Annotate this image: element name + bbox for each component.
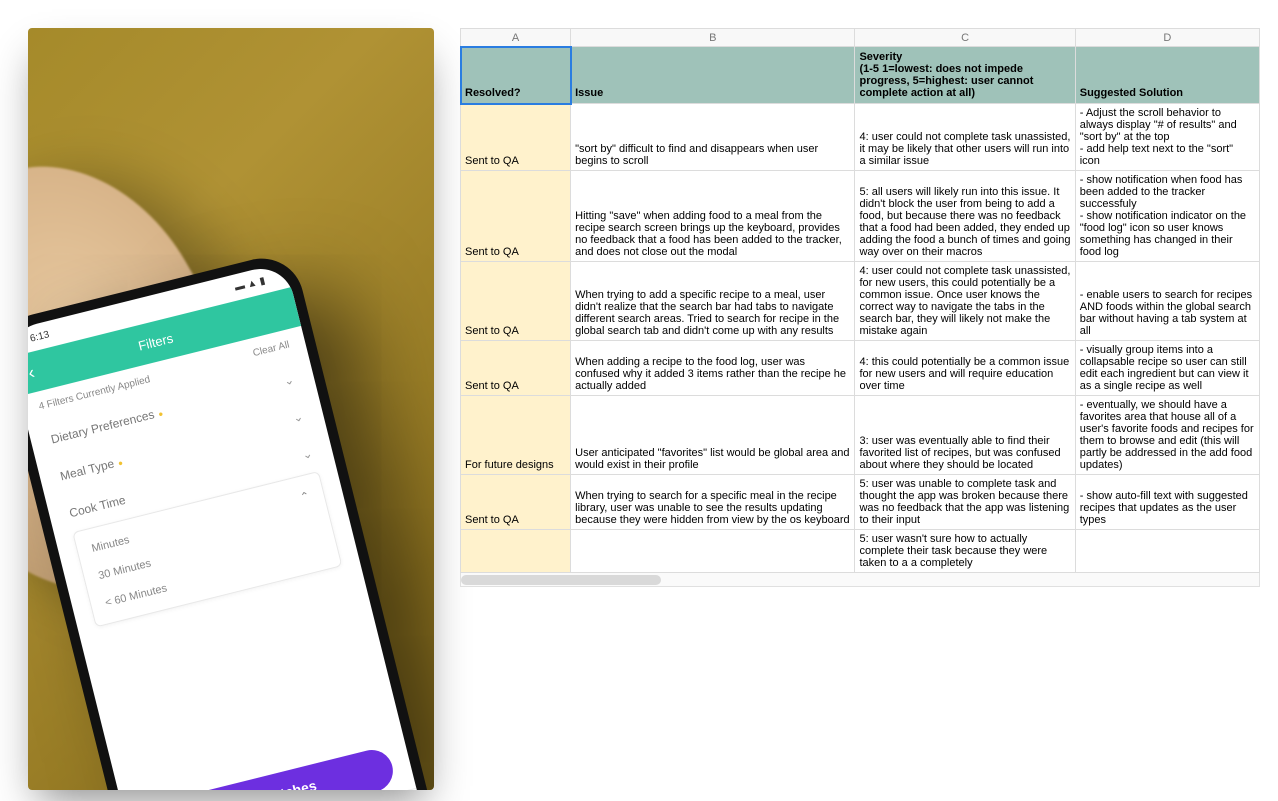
cell-a[interactable]: For future designs xyxy=(461,396,571,475)
column-letters-row: A B C D xyxy=(461,29,1260,47)
filter-label: Cook Time xyxy=(68,493,127,520)
phone-device: 6:13 ▬ ▲ ▮ ‹ Filters 4 Filters Currently… xyxy=(28,250,434,790)
chevron-down-icon: ⌄ xyxy=(282,372,295,388)
cell-b[interactable]: "sort by" difficult to find and disappea… xyxy=(571,104,855,171)
cell-b[interactable]: When trying to add a specific recipe to … xyxy=(571,262,855,341)
cell-a[interactable]: Sent to QA xyxy=(461,262,571,341)
spreadsheet-table[interactable]: A B C D Resolved? Issue Severity (1-5 1=… xyxy=(460,28,1260,573)
cell-b[interactable]: When trying to search for a specific mea… xyxy=(571,475,855,530)
col-letter[interactable]: D xyxy=(1075,29,1259,47)
header-resolved[interactable]: Resolved? xyxy=(461,47,571,104)
cell-c[interactable]: 5: user wasn't sure how to actually comp… xyxy=(855,530,1075,573)
cell-d[interactable]: - eventually, we should have a favorites… xyxy=(1075,396,1259,475)
cell-d[interactable]: - Adjust the scroll behavior to always d… xyxy=(1075,104,1259,171)
phone-photo: 6:13 ▬ ▲ ▮ ‹ Filters 4 Filters Currently… xyxy=(28,28,434,790)
cell-a[interactable] xyxy=(461,530,571,573)
cell-c[interactable]: 4: this could potentially be a common is… xyxy=(855,341,1075,396)
cell-d[interactable]: - enable users to search for recipes AND… xyxy=(1075,262,1259,341)
chevron-down-icon: ⌄ xyxy=(301,446,314,462)
clear-all-link[interactable]: Clear All xyxy=(252,339,291,359)
col-letter[interactable]: A xyxy=(461,29,571,47)
cell-b[interactable] xyxy=(571,530,855,573)
cell-b[interactable]: User anticipated "favorites" list would … xyxy=(571,396,855,475)
header-severity[interactable]: Severity (1-5 1=lowest: does not impede … xyxy=(855,47,1075,104)
table-row: Sent to QA"sort by" difficult to find an… xyxy=(461,104,1260,171)
spreadsheet: A B C D Resolved? Issue Severity (1-5 1=… xyxy=(460,28,1260,587)
see-matches-button[interactable]: See 7 matches xyxy=(141,746,398,790)
phone-screen: 6:13 ▬ ▲ ▮ ‹ Filters 4 Filters Currently… xyxy=(28,262,430,790)
table-row: Sent to QAWhen adding a recipe to the fo… xyxy=(461,341,1260,396)
table-row: For future designsUser anticipated "favo… xyxy=(461,396,1260,475)
back-icon[interactable]: ‹ xyxy=(28,363,36,382)
cta-label: See 7 matches xyxy=(220,777,318,790)
chevron-up-icon: ⌃ xyxy=(299,489,311,504)
col-letter[interactable]: C xyxy=(855,29,1075,47)
cell-a[interactable]: Sent to QA xyxy=(461,171,571,262)
table-row: Sent to QAWhen trying to add a specific … xyxy=(461,262,1260,341)
header-issue[interactable]: Issue xyxy=(571,47,855,104)
cell-c[interactable]: 4: user could not complete task unassist… xyxy=(855,262,1075,341)
status-indicators: ▬ ▲ ▮ xyxy=(234,275,267,293)
table-row: 5: user wasn't sure how to actually comp… xyxy=(461,530,1260,573)
scrollbar-thumb[interactable] xyxy=(461,575,661,585)
header-solution[interactable]: Suggested Solution xyxy=(1075,47,1259,104)
col-letter[interactable]: B xyxy=(571,29,855,47)
cell-c[interactable]: 3: user was eventually able to find thei… xyxy=(855,396,1075,475)
chevron-down-icon: ⌄ xyxy=(292,409,305,425)
cell-c[interactable]: 5: user was unable to complete task and … xyxy=(855,475,1075,530)
header-title: Filters xyxy=(137,330,175,353)
cell-d[interactable]: - show notification when food has been a… xyxy=(1075,171,1259,262)
cell-a[interactable]: Sent to QA xyxy=(461,341,571,396)
horizontal-scrollbar[interactable] xyxy=(460,573,1260,587)
header-row: Resolved? Issue Severity (1-5 1=lowest: … xyxy=(461,47,1260,104)
table-row: Sent to QAWhen trying to search for a sp… xyxy=(461,475,1260,530)
cell-d[interactable]: - visually group items into a collapsabl… xyxy=(1075,341,1259,396)
cell-d[interactable]: - show auto-fill text with suggested rec… xyxy=(1075,475,1259,530)
filter-label: Meal Type xyxy=(59,456,116,483)
table-row: Sent to QAHitting "save" when adding foo… xyxy=(461,171,1260,262)
status-time: 6:13 xyxy=(29,329,51,344)
cell-c[interactable]: 5: all users will likely run into this i… xyxy=(855,171,1075,262)
cell-a[interactable]: Sent to QA xyxy=(461,104,571,171)
cell-b[interactable]: Hitting "save" when adding food to a mea… xyxy=(571,171,855,262)
cell-d[interactable] xyxy=(1075,530,1259,573)
cell-b[interactable]: When adding a recipe to the food log, us… xyxy=(571,341,855,396)
cell-c[interactable]: 4: user could not complete task unassist… xyxy=(855,104,1075,171)
cell-a[interactable]: Sent to QA xyxy=(461,475,571,530)
